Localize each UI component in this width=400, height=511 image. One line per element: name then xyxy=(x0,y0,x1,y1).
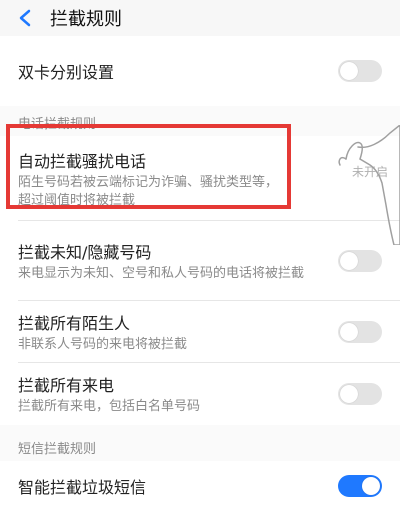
top-bar: 拦截规则 xyxy=(0,0,400,36)
block-unknown-hidden-row[interactable]: 拦截未知/隐藏号码 来电显示为未知、空号和私人号码的电话将被拦截 xyxy=(0,221,400,301)
block-all-strangers-desc: 非联系人号码的来电将被拦截 xyxy=(18,337,188,352)
block-all-calls-label: 拦截所有来电 xyxy=(18,376,115,395)
auto-block-status: 未开启 xyxy=(351,165,388,179)
block-unknown-hidden-desc: 来电显示为未知、空号和私人号码的电话将被拦截 xyxy=(18,266,305,281)
block-all-strangers-row[interactable]: 拦截所有陌生人 非联系人号码的来电将被拦截 xyxy=(0,301,400,363)
smart-sms-label: 智能拦截垃圾短信 xyxy=(18,478,147,497)
block-all-calls-toggle[interactable] xyxy=(338,383,382,405)
block-all-calls-row[interactable]: 拦截所有来电 拦截所有来电，包括白名单号码 xyxy=(0,363,400,425)
block-unknown-hidden-label: 拦截未知/隐藏号码 xyxy=(18,243,152,262)
auto-block-label: 自动拦截骚扰电话 xyxy=(18,151,147,171)
smart-sms-block-row[interactable]: 智能拦截垃圾短信 xyxy=(0,461,400,511)
call-rules-section-title: 电话拦截规则 xyxy=(0,106,400,136)
sms-rules-section-title: 短信拦截规则 xyxy=(0,425,400,461)
page-title: 拦截规则 xyxy=(50,9,122,30)
dual-sim-setting-row[interactable]: 双卡分别设置 xyxy=(0,36,400,106)
block-all-strangers-label: 拦截所有陌生人 xyxy=(18,314,131,333)
auto-block-harassment-row[interactable]: 自动拦截骚扰电话 陌生号码若被云端标记为诈骗、骚扰类型等，超过阈值时将被拦截 xyxy=(0,136,400,221)
block-all-calls-desc: 拦截所有来电，包括白名单号码 xyxy=(18,399,201,414)
smart-sms-toggle[interactable] xyxy=(338,475,382,497)
back-button[interactable] xyxy=(12,5,38,31)
block-all-strangers-toggle[interactable] xyxy=(338,321,382,343)
back-arrow-icon xyxy=(15,8,35,28)
auto-block-desc: 陌生号码若被云端标记为诈骗、骚扰类型等，超过阈值时将被拦截 xyxy=(18,174,279,208)
dual-sim-label: 双卡分别设置 xyxy=(18,63,115,82)
block-unknown-hidden-toggle[interactable] xyxy=(338,250,382,272)
dual-sim-toggle[interactable] xyxy=(338,60,382,82)
